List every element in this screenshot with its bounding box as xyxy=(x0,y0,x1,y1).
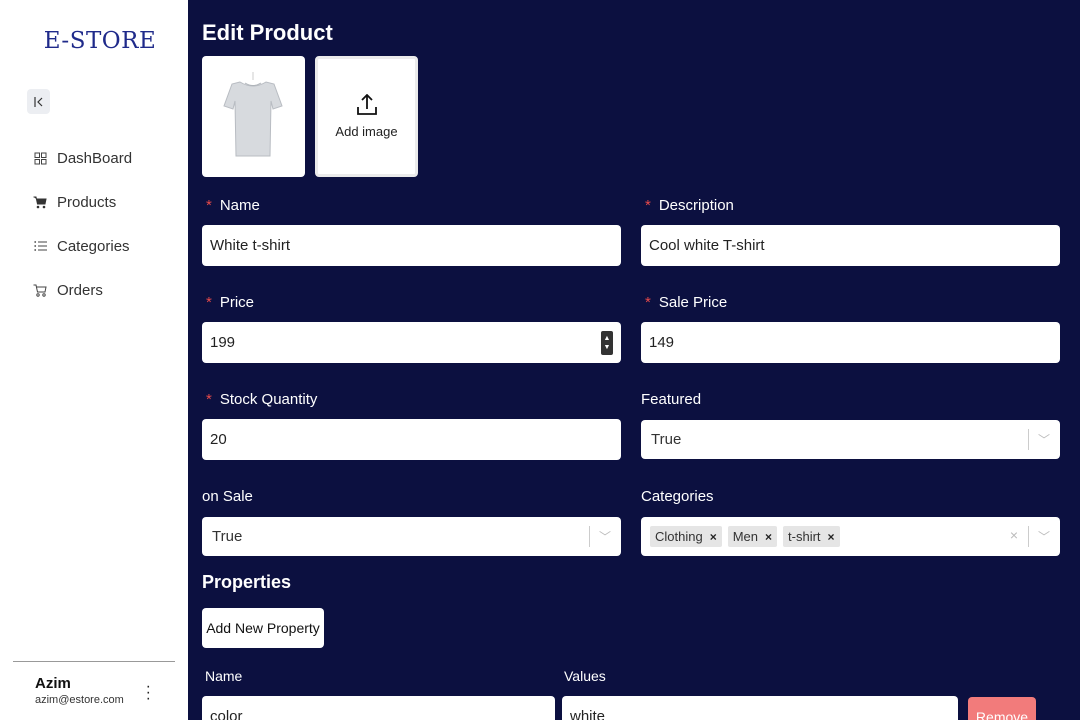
user-name: Azim xyxy=(35,675,71,692)
price-label-text: Price xyxy=(219,294,255,311)
user-email: azim@estore.com xyxy=(35,694,124,706)
category-chip-label: t-shirt xyxy=(788,529,821,544)
stock-quantity-label-text: Stock Quantity xyxy=(219,391,318,408)
select-separator xyxy=(1028,526,1029,547)
list-icon xyxy=(33,239,47,253)
add-image-button[interactable]: Add image xyxy=(315,56,418,177)
sidebar-item-categories[interactable]: Categories xyxy=(33,224,132,268)
price-input[interactable]: 199 ▲ ▼ xyxy=(202,322,621,363)
stock-quantity-input[interactable]: 20 xyxy=(202,419,621,460)
sidebar-nav: DashBoard Products Categories Orders xyxy=(33,136,132,312)
clear-all-icon[interactable]: × xyxy=(1010,527,1018,543)
properties-title: Properties xyxy=(202,572,292,592)
category-chip-label: Clothing xyxy=(655,529,703,544)
store-logo: E-STORE xyxy=(43,28,157,54)
stepper-up-icon[interactable]: ▲ xyxy=(604,334,611,343)
add-new-property-button[interactable]: Add New Property xyxy=(202,608,324,648)
collapse-left-icon xyxy=(33,96,42,107)
category-chip: Clothing × xyxy=(650,526,722,547)
on-sale-label: on Sale xyxy=(202,488,253,505)
remove-chip-icon[interactable]: × xyxy=(765,530,772,544)
orders-cart-icon xyxy=(33,283,47,297)
sidebar: E-STORE DashBoard Products Categories Or… xyxy=(0,0,188,720)
category-chip: t-shirt × xyxy=(783,526,840,547)
sale-price-input[interactable]: 149 xyxy=(641,322,1060,363)
required-marker: * xyxy=(645,294,651,311)
description-input[interactable]: Cool white T-shirt xyxy=(641,225,1060,266)
sale-price-label: * Sale Price xyxy=(645,294,727,311)
required-marker: * xyxy=(645,197,651,214)
price-stepper[interactable]: ▲ ▼ xyxy=(601,331,613,355)
categories-label: Categories xyxy=(641,488,714,505)
sale-price-label-text: Sale Price xyxy=(658,294,728,311)
user-profile: Azim azim@estore.com · · · xyxy=(13,661,175,707)
category-chip-label: Men xyxy=(732,529,759,544)
on-sale-value: True xyxy=(212,528,243,545)
price-label: * Price xyxy=(206,294,254,311)
product-image-thumbnail[interactable] xyxy=(202,56,305,177)
property-values-input[interactable]: white xyxy=(562,696,958,720)
page-title: Edit Product xyxy=(202,20,333,45)
property-name-input[interactable]: color xyxy=(202,696,555,720)
category-chips: Clothing × Men × t-shirt × xyxy=(650,526,840,547)
main-content: Edit Product Add image * Name White t-shi… xyxy=(188,0,1080,720)
property-name-label: Name xyxy=(205,668,243,684)
featured-value: True xyxy=(651,431,682,448)
sidebar-item-orders[interactable]: Orders xyxy=(33,268,132,312)
cart-icon xyxy=(33,195,47,209)
sidebar-item-products[interactable]: Products xyxy=(33,180,132,224)
required-marker: * xyxy=(206,294,212,311)
collapse-sidebar-button[interactable] xyxy=(27,89,50,114)
dashboard-grid-icon xyxy=(33,151,47,165)
property-values-label: Values xyxy=(564,668,606,684)
tshirt-image xyxy=(223,72,283,157)
chevron-down-icon[interactable]: ﹀ xyxy=(1038,528,1050,545)
stock-quantity-label: * Stock Quantity xyxy=(206,391,317,408)
select-separator xyxy=(1028,429,1029,450)
add-image-label: Add image xyxy=(335,124,398,139)
description-label-text: Description xyxy=(658,197,734,214)
required-marker: * xyxy=(206,197,212,214)
sidebar-item-dashboard[interactable]: DashBoard xyxy=(33,136,132,180)
chevron-down-icon[interactable]: ﹀ xyxy=(599,528,611,545)
stepper-down-icon[interactable]: ▼ xyxy=(604,343,611,352)
featured-select[interactable]: True ﹀ xyxy=(641,420,1060,459)
sidebar-item-label: Orders xyxy=(57,281,103,299)
select-separator xyxy=(589,526,590,547)
remove-chip-icon[interactable]: × xyxy=(828,530,835,544)
categories-multiselect[interactable]: Clothing × Men × t-shirt × × ﹀ xyxy=(641,517,1060,556)
name-input[interactable]: White t-shirt xyxy=(202,225,621,266)
description-label: * Description xyxy=(645,197,734,214)
featured-label: Featured xyxy=(641,391,702,408)
remove-chip-icon[interactable]: × xyxy=(710,530,717,544)
upload-icon xyxy=(356,94,377,115)
chevron-down-icon[interactable]: ﹀ xyxy=(1038,431,1050,448)
on-sale-select[interactable]: True ﹀ xyxy=(202,517,621,556)
sidebar-item-label: DashBoard xyxy=(57,149,133,167)
name-label-text: Name xyxy=(219,197,260,214)
sidebar-item-label: Categories xyxy=(57,237,130,255)
category-chip: Men × xyxy=(727,526,778,547)
remove-property-button[interactable]: Remove xyxy=(968,697,1036,720)
price-value: 199 xyxy=(210,334,236,351)
required-marker: * xyxy=(206,391,212,408)
sidebar-item-label: Products xyxy=(57,193,117,211)
name-label: * Name xyxy=(206,197,260,214)
more-vertical-icon[interactable]: · · · xyxy=(146,679,151,707)
